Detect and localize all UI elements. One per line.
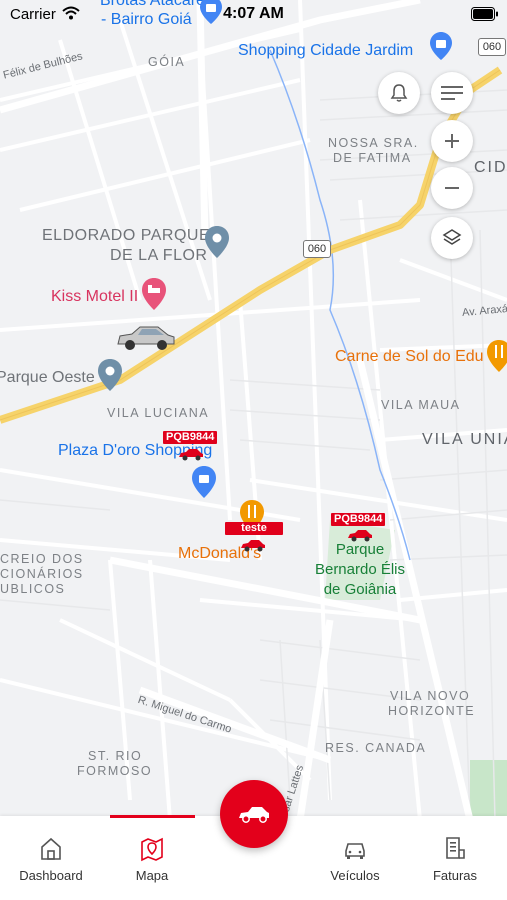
poi-carne-de-sol[interactable]: Carne de Sol do Edu: [335, 348, 484, 366]
vehicle-marker[interactable]: [347, 528, 373, 547]
battery-icon: [471, 7, 498, 21]
vehicle-plate-label[interactable]: PQB9844: [331, 513, 386, 526]
layers-icon: [442, 229, 462, 245]
restaurant-pin-icon[interactable]: [487, 340, 507, 377]
route-shield: 060: [478, 38, 506, 56]
status-bar: Carrier 4:07 AM: [0, 0, 507, 30]
route-shield: 060: [303, 240, 331, 258]
layers-button[interactable]: [431, 217, 473, 259]
place-pin-icon[interactable]: [98, 359, 122, 396]
district-label: CID: [474, 159, 507, 176]
vehicles-fab-button[interactable]: [220, 780, 288, 848]
district-label: VILA LUCIANA: [107, 406, 210, 420]
tab-label: Faturas: [432, 868, 478, 883]
poi-shopping-cidade-jardim[interactable]: Shopping Cidade Jardim: [238, 42, 413, 60]
zoom-in-icon: [445, 134, 459, 148]
district-label: FORMOSO: [77, 764, 153, 778]
tab-mapa[interactable]: Mapa: [102, 816, 202, 900]
poi-eldorado-line2[interactable]: DE LA FLOR: [110, 247, 207, 265]
vehicle-marker[interactable]: [114, 322, 178, 357]
home-icon: [41, 837, 61, 860]
poi-eldorado[interactable]: ELDORADO PARQUE: [42, 227, 210, 245]
vehicle-plate-label[interactable]: PQB9844: [163, 431, 218, 444]
zoom-in-button[interactable]: [431, 120, 473, 162]
vehicle-marker[interactable]: [178, 447, 204, 466]
district-label: VILA MAUA: [381, 398, 461, 412]
car-icon: [117, 326, 175, 350]
menu-button[interactable]: [431, 72, 473, 114]
shopping-pin-icon[interactable]: [192, 466, 216, 503]
tab-dashboard[interactable]: Dashboard: [1, 816, 101, 900]
district-label: GÓIA: [148, 55, 186, 69]
bell-icon: [390, 84, 408, 102]
car-icon: [241, 540, 265, 552]
car-icon: [348, 530, 372, 542]
clock: 4:07 AM: [223, 5, 284, 22]
shopping-pin-icon[interactable]: [430, 32, 452, 65]
poi-parque-oeste[interactable]: Parque Oeste: [0, 369, 95, 387]
district-label: ST. RIO: [88, 749, 143, 763]
district-label: CREIO DOS: [0, 552, 84, 566]
district-label: CIONÁRIOS: [0, 567, 84, 581]
district-label: RES. CANADA: [325, 741, 427, 755]
menu-icon: [441, 86, 463, 100]
place-pin-icon[interactable]: [205, 226, 229, 263]
district-label: DE FATIMA: [333, 151, 412, 165]
tab-faturas[interactable]: Faturas: [405, 816, 505, 900]
tab-label: Mapa: [135, 868, 169, 883]
tab-label: Dashboard: [19, 868, 83, 883]
poi-parque-bernardo-line2[interactable]: Bernardo Élis: [300, 560, 420, 580]
district-label: HORIZONTE: [388, 704, 476, 718]
park-area: [470, 760, 507, 820]
tab-veiculos[interactable]: Veículos: [305, 816, 405, 900]
poi-parque-bernardo-line3[interactable]: de Goiânia: [300, 580, 420, 600]
district-label: UBLICOS: [0, 582, 66, 596]
district-label: VILA UNIA: [422, 431, 507, 448]
map-icon: [141, 837, 163, 862]
car-icon: [179, 449, 203, 461]
car-icon: [345, 843, 365, 859]
zoom-out-button[interactable]: [431, 167, 473, 209]
invoice-icon: [446, 837, 465, 859]
tab-label: Veículos: [330, 868, 380, 883]
district-label: NOSSA SRA.: [328, 136, 419, 150]
active-tab-indicator: [110, 815, 195, 818]
poi-kiss-motel[interactable]: Kiss Motel II: [51, 288, 138, 306]
vehicle-plate-label[interactable]: teste: [225, 522, 283, 535]
map-view[interactable]: 060 060 GÓIA NOSSA SRA. DE FATIMA CID VI…: [0, 0, 507, 844]
car-icon: [239, 807, 269, 823]
district-label: VILA NOVO: [390, 689, 471, 703]
vehicle-marker[interactable]: [240, 538, 266, 557]
hotel-pin-icon[interactable]: [142, 278, 166, 315]
zoom-out-icon: [445, 187, 459, 189]
notifications-button[interactable]: [378, 72, 420, 114]
